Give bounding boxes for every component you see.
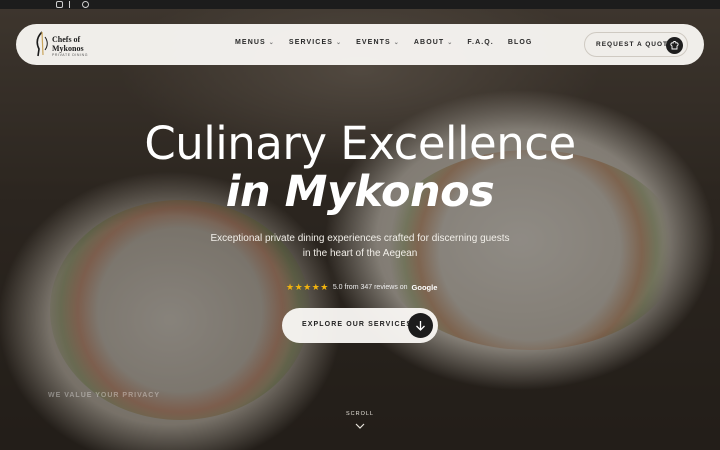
site-header: Chefs of Mykonos PRIVATE DINING MENUS ⌄ S… bbox=[16, 24, 704, 65]
hero-overlay bbox=[0, 0, 720, 450]
logo-line-1: Chefs of bbox=[52, 35, 81, 44]
chevron-down-icon: ⌄ bbox=[447, 40, 454, 46]
scroll-label[interactable]: SCROLL bbox=[0, 411, 720, 417]
hero-title-line-1: Culinary Excellence bbox=[144, 117, 576, 170]
nav-item-label: MENUS bbox=[235, 39, 266, 46]
nav-item-faq[interactable]: F.A.Q. bbox=[467, 39, 493, 46]
nav-item-label: SERVICES bbox=[288, 39, 333, 46]
request-quote-label: REQUEST A QUOTE bbox=[596, 41, 674, 48]
nav-item-label: EVENTS bbox=[356, 39, 391, 46]
tiktok-icon[interactable] bbox=[69, 1, 76, 8]
explore-services-label: EXPLORE OUR SERVICES bbox=[302, 321, 413, 328]
nav-item-label: F.A.Q. bbox=[467, 39, 494, 46]
site-logo[interactable]: Chefs of Mykonos PRIVATE DINING bbox=[34, 29, 104, 61]
main-nav: MENUS ⌄ SERVICES ⌄ EVENTS ⌄ ABOUT ⌄ F.A.Q. B… bbox=[235, 39, 546, 46]
instagram-icon[interactable] bbox=[56, 1, 63, 8]
nav-item-label: ABOUT bbox=[413, 39, 445, 46]
chevron-down-icon: ⌄ bbox=[336, 40, 343, 46]
nav-item-about[interactable]: ABOUT ⌄ bbox=[414, 39, 454, 46]
chevron-down-icon: ⌄ bbox=[393, 40, 400, 46]
nav-item-label: BLOG bbox=[507, 39, 533, 46]
cookie-title: WE VALUE YOUR PRIVACY bbox=[48, 392, 161, 399]
top-strip bbox=[0, 0, 720, 9]
chef-hat-icon bbox=[666, 37, 683, 54]
google-wordmark: Google bbox=[411, 283, 438, 292]
google-rating: ★★★★★ 5.0 from 347 reviews on Google bbox=[286, 282, 437, 293]
logo-glyph-icon bbox=[36, 31, 48, 57]
logo-tagline: PRIVATE DINING bbox=[52, 53, 89, 57]
logo-line-2: Mykonos bbox=[52, 44, 84, 53]
nav-item-menus[interactable]: MENUS ⌄ bbox=[235, 39, 275, 46]
hero-subtitle: Exceptional private dining experiences c… bbox=[210, 233, 510, 259]
nav-item-blog[interactable]: BLOG bbox=[508, 39, 533, 46]
explore-services-button[interactable]: EXPLORE OUR SERVICES bbox=[282, 308, 438, 343]
rating-text: 5.0 from 347 reviews on bbox=[332, 284, 408, 291]
request-quote-button[interactable]: REQUEST A QUOTE bbox=[584, 32, 688, 57]
whatsapp-icon[interactable] bbox=[82, 1, 89, 8]
chevron-down-icon[interactable] bbox=[354, 422, 366, 430]
chevron-down-icon: ⌄ bbox=[268, 40, 275, 46]
rating-stars-icon: ★★★★★ bbox=[286, 282, 329, 292]
nav-item-services[interactable]: SERVICES ⌄ bbox=[289, 39, 342, 46]
arrow-down-icon bbox=[408, 313, 433, 338]
nav-item-events[interactable]: EVENTS ⌄ bbox=[356, 39, 400, 46]
hero-title-line-2: in Mykonos bbox=[225, 167, 495, 217]
